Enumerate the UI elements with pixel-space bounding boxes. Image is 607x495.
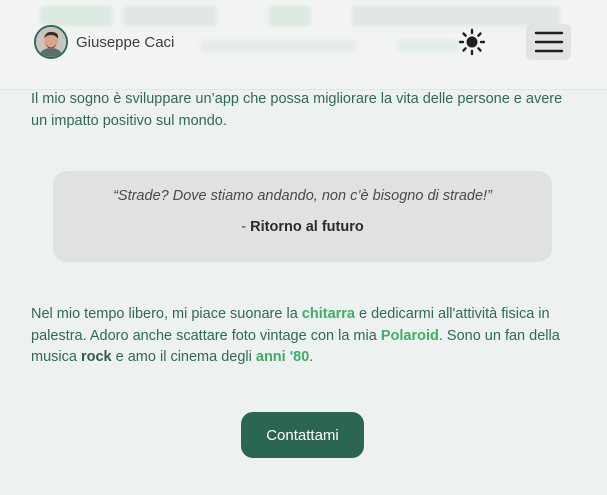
scrolled-content-behind-header-2 <box>200 40 460 52</box>
contact-button[interactable]: Contattami <box>241 412 364 458</box>
quote-text: “Strade? Dove stiamo andando, non c’è bi… <box>113 188 492 204</box>
quote-box: “Strade? Dove stiamo andando, non c’è bi… <box>53 171 552 262</box>
brand-name: Giuseppe Caci <box>76 33 175 51</box>
top-navbar: Giuseppe Caci <box>0 0 607 90</box>
avatar-portrait-icon <box>36 27 66 57</box>
scrolled-content-behind-header <box>40 6 560 26</box>
quote-source-prefix: - <box>241 219 251 235</box>
intro-paragraph: Il mio sogno è sviluppare un’app che pos… <box>31 91 563 129</box>
quote-source-title: Ritorno al futuro <box>250 219 364 235</box>
highlight-anni-80: anni '80 <box>255 349 310 365</box>
highlight-rock: rock <box>80 349 112 365</box>
highlight-chitarra: chitarra <box>301 306 355 322</box>
hobbies-text-4: e amo il cinema degli <box>111 349 256 365</box>
highlight-polaroid: Polaroid <box>380 327 439 344</box>
theme-toggle-button[interactable] <box>456 28 488 56</box>
avatar <box>34 25 68 59</box>
brand-home-link[interactable]: Giuseppe Caci <box>34 25 174 59</box>
hobbies-paragraph: Nel mio tempo libero, mi piace suonare l… <box>31 304 581 369</box>
menu-button[interactable] <box>526 24 571 60</box>
quote-source: - Ritorno al futuro <box>53 219 552 235</box>
hobbies-text-5: . <box>309 349 314 365</box>
sun-icon <box>458 28 486 56</box>
page: Giuseppe Caci Il mio sogno è sviluppare … <box>0 0 607 495</box>
hamburger-menu-icon <box>534 31 563 53</box>
hobbies-text-1: Nel mio tempo libero, mi piace suonare l… <box>31 306 302 322</box>
